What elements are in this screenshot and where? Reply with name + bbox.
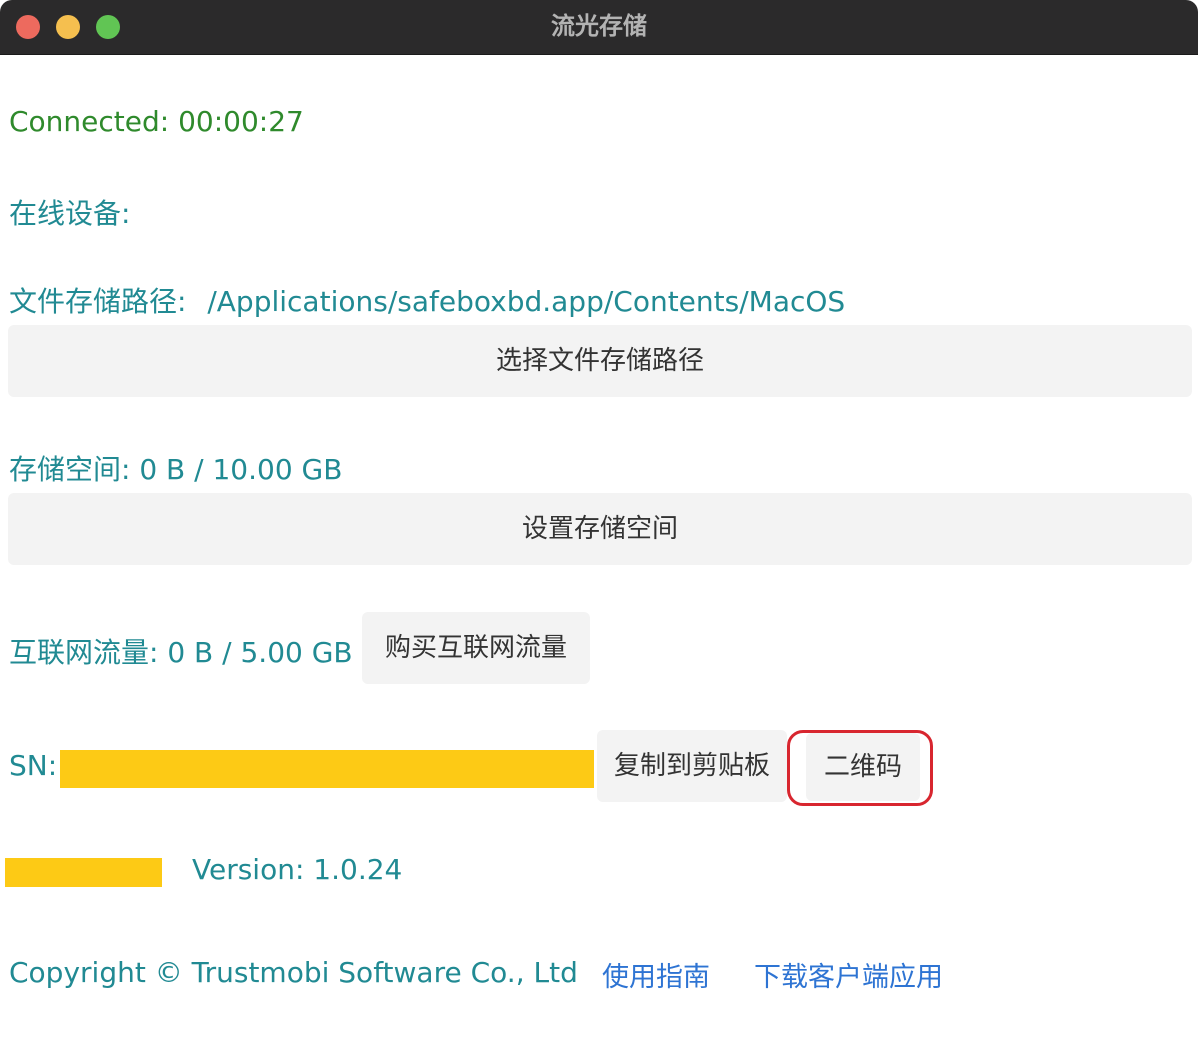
connection-status: Connected: 00:00:27 — [9, 105, 304, 138]
storage-path-label: 文件存储路径: — [9, 285, 187, 318]
redacted-label — [5, 858, 162, 887]
set-storage-space-button[interactable]: 设置存储空间 — [8, 493, 1192, 565]
qr-code-highlight — [787, 730, 933, 806]
online-devices-label: 在线设备: — [9, 197, 131, 230]
storage-path-value: /Applications/safeboxbd.app/Contents/Mac… — [207, 285, 846, 318]
title-bar: 流光存储 — [0, 0, 1198, 55]
internet-traffic-text: 互联网流量: 0 B / 5.00 GB — [9, 636, 353, 669]
user-guide-link[interactable]: 使用指南 — [602, 955, 710, 994]
select-storage-path-button[interactable]: 选择文件存储路径 — [8, 325, 1192, 397]
app-window: 流光存储 Connected: 00:00:27 在线设备: 文件存储路径: /… — [0, 0, 1198, 1054]
copyright-text: Copyright © Trustmobi Software Co., Ltd — [9, 956, 578, 989]
window-title: 流光存储 — [551, 12, 647, 40]
version-text: Version: 1.0.24 — [192, 853, 403, 886]
storage-path-row: 文件存储路径: /Applications/safeboxbd.app/Cont… — [9, 280, 845, 320]
sn-label: SN: — [9, 749, 58, 782]
download-client-link[interactable]: 下载客户端应用 — [754, 955, 943, 994]
copy-to-clipboard-button[interactable]: 复制到剪贴板 — [597, 730, 787, 802]
storage-space-text: 存储空间: 0 B / 10.00 GB — [9, 453, 343, 486]
buy-internet-traffic-button[interactable]: 购买互联网流量 — [362, 612, 590, 684]
sn-value-redacted — [60, 750, 594, 788]
